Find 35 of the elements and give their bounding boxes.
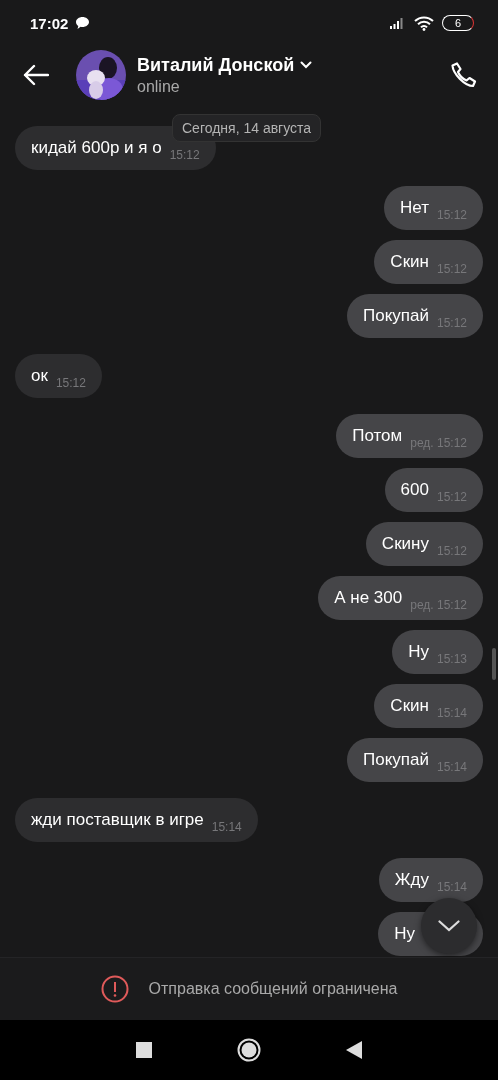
contact-name[interactable]: Виталий Донской bbox=[137, 54, 295, 76]
phone-icon[interactable] bbox=[450, 61, 478, 89]
chevron-down-icon bbox=[438, 920, 460, 932]
message-text: Скин bbox=[390, 696, 429, 716]
message-text: Ну bbox=[394, 924, 415, 944]
back-icon[interactable] bbox=[346, 1041, 362, 1059]
message-text: Скин bbox=[390, 252, 429, 272]
signal-icon bbox=[390, 17, 406, 29]
message-text: жди поставщик в игре bbox=[31, 810, 204, 830]
message-time: 15:12 bbox=[169, 148, 200, 162]
message-text: ок bbox=[31, 366, 48, 386]
message-text: Потом bbox=[352, 426, 403, 446]
message-text: Покупай bbox=[363, 750, 429, 770]
message-text: Ну bbox=[408, 642, 429, 662]
message-text: 600 bbox=[400, 480, 429, 500]
chat-bubble-icon bbox=[76, 17, 90, 29]
notice-text: Отправка сообщений ограничена bbox=[148, 980, 398, 998]
contact-status: online bbox=[137, 77, 181, 96]
message-text: Жду bbox=[394, 870, 429, 890]
message-text: Покупай bbox=[363, 306, 429, 326]
message-text: Скину bbox=[381, 534, 429, 554]
chevron-down-icon[interactable] bbox=[300, 61, 313, 69]
warning-icon bbox=[100, 975, 129, 1003]
message-time: 15:14 bbox=[211, 820, 242, 834]
message-text: кидай 600р и я о bbox=[31, 138, 162, 158]
back-arrow-icon[interactable] bbox=[23, 64, 49, 86]
status-time: 17:02 bbox=[30, 14, 69, 32]
home-icon[interactable] bbox=[237, 1038, 261, 1062]
message-time: 15:12 bbox=[55, 376, 86, 390]
avatar[interactable] bbox=[76, 50, 126, 100]
date-label: Сегодня, 14 августа bbox=[172, 114, 322, 142]
message-text: А не 300 bbox=[334, 588, 403, 608]
message-text: Нет bbox=[400, 198, 429, 218]
scrollbar bbox=[492, 648, 496, 680]
wifi-icon bbox=[414, 15, 434, 31]
